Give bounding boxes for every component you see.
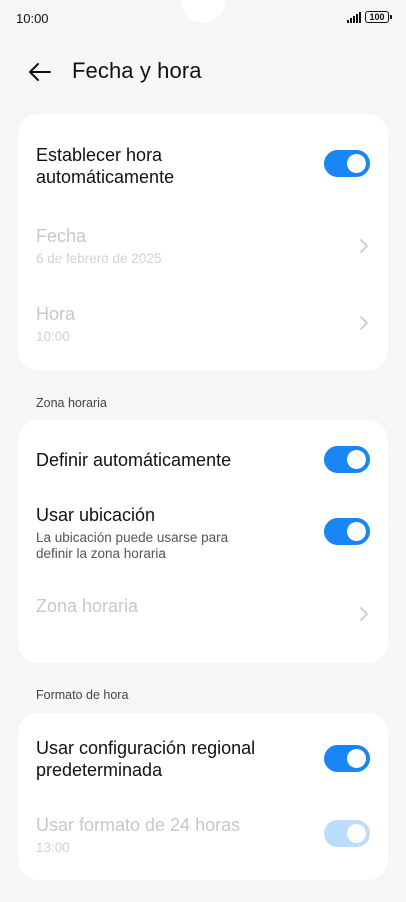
time-value: 10:00 [36,329,70,344]
timezone-card: Definir automáticamente Usar ubicación L… [18,420,388,663]
regional-toggle[interactable] [324,745,370,772]
signal-icon [347,11,361,23]
use-location-toggle[interactable] [324,518,370,545]
battery-icon: 100 [365,11,392,23]
format-24h-row[interactable]: Usar formato de 24 horas 13:00 [18,814,388,856]
section-label-time-format: Formato de hora [36,688,129,702]
format-24h-label: Usar formato de 24 horas [36,815,241,835]
time-row[interactable]: Hora 10:00 [18,303,388,345]
use-location-description: La ubicación puede usarse para definir l… [36,530,229,561]
use-location-row[interactable]: Usar ubicación La ubicación puede usarse… [18,504,388,562]
timezone-row[interactable]: Zona horaria [18,595,388,621]
arrow-left-icon [29,63,51,81]
chevron-right-icon [360,607,368,621]
auto-define-label: Definir automáticamente [36,450,232,470]
auto-time-label: Establecer hora automáticamente [36,145,175,187]
time-format-card: Usar configuración regional predetermina… [18,713,388,880]
battery-level: 100 [369,11,385,22]
date-row[interactable]: Fecha 6 de febrero de 2025 [18,225,388,267]
use-location-label: Usar ubicación [36,505,156,525]
section-label-timezone: Zona horaria [36,396,107,410]
auto-define-row[interactable]: Definir automáticamente [18,446,388,473]
auto-define-toggle[interactable] [324,446,370,473]
time-label: Hora [36,304,76,324]
format-24h-value: 13:00 [36,840,70,855]
status-time: 10:00 [16,11,49,26]
date-time-card: Establecer hora automáticamente Fecha 6 … [18,114,388,370]
camera-notch [181,0,225,23]
auto-time-toggle[interactable] [324,150,370,177]
regional-row[interactable]: Usar configuración regional predetermina… [18,737,388,781]
screen: 10:00 100 Fecha y hora Establecer hora a… [0,0,406,902]
date-label: Fecha [36,226,87,246]
regional-label: Usar configuración regional predetermina… [36,738,256,780]
timezone-label: Zona horaria [36,596,139,616]
back-button[interactable] [26,58,54,86]
status-icons: 100 [347,11,392,23]
format-24h-toggle[interactable] [324,820,370,847]
chevron-right-icon [360,316,368,330]
app-header: Fecha y hora [0,50,406,94]
date-value: 6 de febrero de 2025 [36,251,162,266]
auto-time-row[interactable]: Establecer hora automáticamente [18,144,388,188]
chevron-right-icon [360,239,368,253]
page-title: Fecha y hora [72,58,202,83]
status-bar: 10:00 100 [0,0,406,34]
